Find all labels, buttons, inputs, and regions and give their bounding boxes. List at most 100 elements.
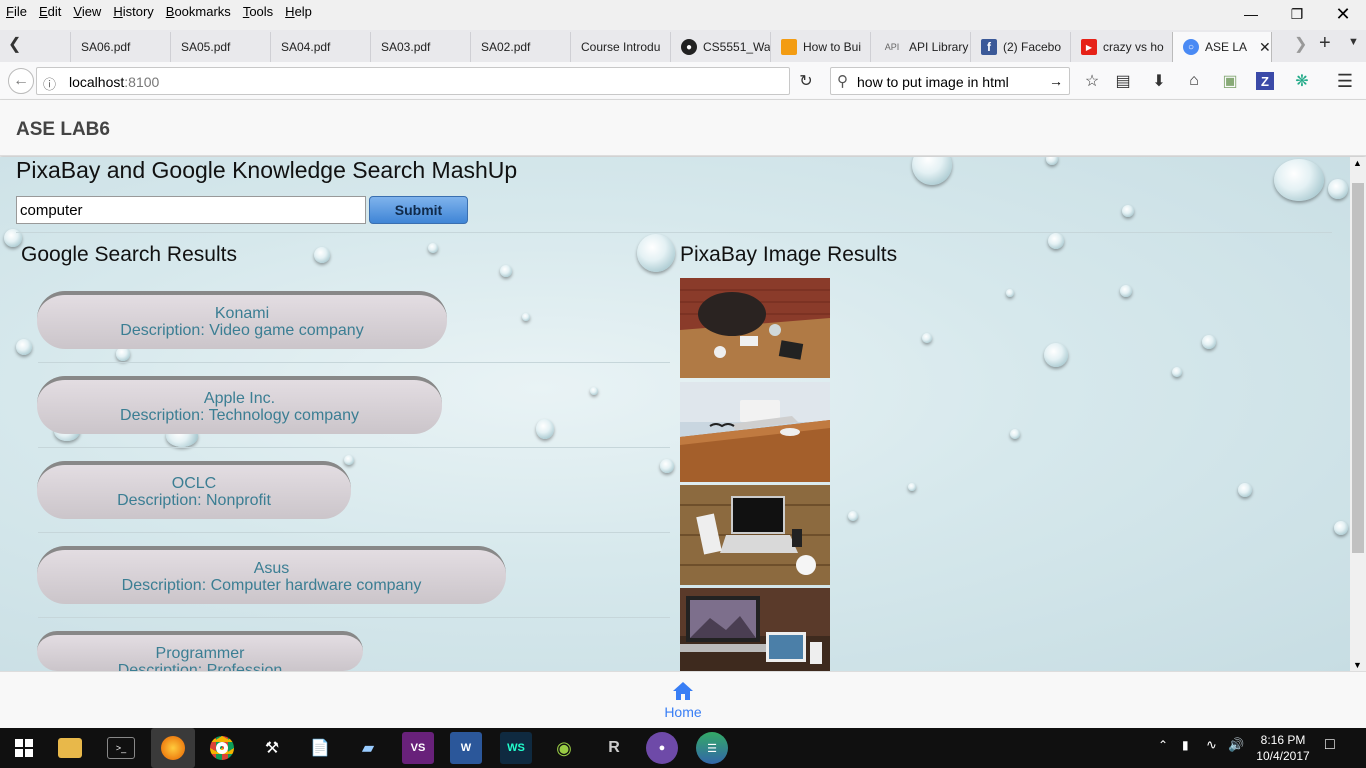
result-card-asus[interactable]: Asus Description: Computer hardware comp… [37,546,506,604]
tab-scroll-right-icon[interactable]: ❯ [1294,34,1307,54]
tab-sa02[interactable]: SA02.pdf [470,32,570,62]
documents-icon[interactable]: 📄 [304,732,336,764]
search-box[interactable]: ⚲ how to put image in html → [830,67,1070,95]
water-drop [500,265,512,277]
pixabay-image-3[interactable] [680,485,830,585]
menu-file[interactable]: File [0,4,33,19]
android-studio-icon[interactable]: ◉ [548,732,580,764]
notifications-icon[interactable]: □ [1325,736,1335,754]
battery-icon: ▮ [1182,738,1189,752]
water-drop [1120,285,1132,297]
minimize-button[interactable]: — [1228,0,1274,28]
search-input[interactable] [16,196,366,224]
google-results-heading: Google Search Results [21,243,237,266]
tab-sa05[interactable]: SA05.pdf [170,32,270,62]
pixabay-image-4[interactable] [680,588,830,671]
tab-sa06[interactable]: SA06.pdf [70,32,170,62]
home-browser-icon[interactable]: ⌂ [1183,70,1205,92]
tab-ase-lab[interactable]: ○ ASE LA ✕ [1172,32,1272,62]
result-card-programmer[interactable]: Programmer Description: Profession [37,631,363,671]
menu-bookmarks[interactable]: Bookmarks [160,4,237,19]
water-drop [522,313,530,321]
facebook-icon: f [981,39,997,55]
tab-api-library[interactable]: API API Library [870,32,970,62]
submit-button[interactable]: Submit [369,196,468,224]
result-card-apple[interactable]: Apple Inc. Description: Technology compa… [37,376,442,434]
tools-icon[interactable]: ⚒ [256,732,288,764]
url-bar[interactable]: ⓘ localhost:8100 [36,67,790,95]
addon-icon[interactable]: ❋ [1291,70,1313,92]
chrome-icon[interactable] [206,732,238,764]
extension-icon[interactable]: ▣ [1219,70,1241,92]
webstorm-icon[interactable]: WS [500,732,532,764]
tray-expand-icon[interactable]: ⌃ [1158,738,1168,752]
result-description: Description: Nonprofit [117,492,271,509]
download-icon[interactable]: ⬇ [1148,70,1170,92]
search-go-icon[interactable]: → [1049,73,1063,89]
menu-help[interactable]: Help [279,4,318,19]
new-tab-icon[interactable]: + [1319,32,1331,55]
wifi-icon[interactable]: ∿ [1206,737,1217,753]
tab-sa03[interactable]: SA03.pdf [370,32,470,62]
water-drop [1122,205,1134,217]
tab-github[interactable]: ● CS5551_Wa [670,32,770,62]
terminal-icon[interactable]: >_ [107,737,135,759]
pixabay-image-1[interactable] [680,278,830,378]
water-drop [1274,159,1324,201]
result-card-oclc[interactable]: OCLC Description: Nonprofit [37,461,351,519]
water-drop [1044,343,1068,367]
menu-view[interactable]: View [67,4,107,19]
water-drop [848,511,858,521]
zotero-icon[interactable]: Z [1256,72,1274,90]
pixabay-results-heading: PixaBay Image Results [680,243,898,266]
result-name: OCLC [171,475,217,492]
result-description: Description: Computer hardware company [121,577,422,594]
result-name: Asus [253,560,290,577]
github-desktop-icon[interactable]: ● [646,732,678,764]
water-drop [912,157,952,185]
close-window-button[interactable]: ✕ [1320,0,1366,28]
rstudio-icon[interactable]: R [598,732,630,764]
reload-icon[interactable]: ↻ [795,70,817,92]
hamburger-menu-icon[interactable]: ☰ [1334,70,1356,92]
clock[interactable]: 8:16 PM 10/4/2017 [1252,732,1314,764]
info-icon[interactable]: ⓘ [43,74,56,93]
volume-icon[interactable]: 🔊 [1228,737,1244,753]
windows-start-icon[interactable] [8,732,40,764]
restore-button[interactable]: ❐ [1274,0,1320,28]
menu-history[interactable]: History [107,4,159,19]
tab-youtube[interactable]: ▶ crazy vs ho [1070,32,1170,62]
reader-view-icon[interactable]: ▤ [1112,70,1134,92]
menu-tools[interactable]: Tools [237,4,279,19]
tab-how-to-build[interactable]: How to Bui [770,32,870,62]
tab-list-icon[interactable]: ▼ [1348,36,1359,48]
tab-sa04[interactable]: SA04.pdf [270,32,370,62]
result-card-konami[interactable]: Konami Description: Video game company [37,291,447,349]
water-drop [1046,157,1058,165]
file-explorer-icon[interactable] [58,738,82,758]
water-drop [660,459,674,473]
scroll-down-icon[interactable]: ▼ [1353,660,1362,670]
result-name: Konami [214,305,270,322]
notes-icon[interactable]: ▰ [352,732,384,764]
tab-facebook[interactable]: f (2) Facebo [970,32,1070,62]
tab-scroll-left-icon[interactable]: ❮ [8,34,21,54]
tab-course-intro[interactable]: Course Introdu [570,32,670,62]
scroll-up-icon[interactable]: ▲ [1353,158,1362,168]
firefox-icon[interactable] [151,728,195,768]
divider [38,362,670,363]
visual-studio-icon[interactable]: VS [402,732,434,764]
pixabay-image-2[interactable] [680,382,830,482]
eclipse-icon[interactable]: ☰ [696,732,728,764]
bookmark-star-icon[interactable]: ☆ [1081,70,1103,92]
water-drop [1202,335,1216,349]
scrollbar-thumb[interactable] [1352,183,1364,553]
word-icon[interactable]: W [450,732,482,764]
water-drop [1172,367,1182,377]
app-title: ASE LAB6 [16,119,110,140]
back-button[interactable]: ← [8,68,34,94]
close-tab-icon[interactable]: ✕ [1259,39,1271,56]
menu-edit[interactable]: Edit [33,4,67,19]
divider [16,232,1332,233]
tab-home[interactable]: Home [653,676,713,726]
